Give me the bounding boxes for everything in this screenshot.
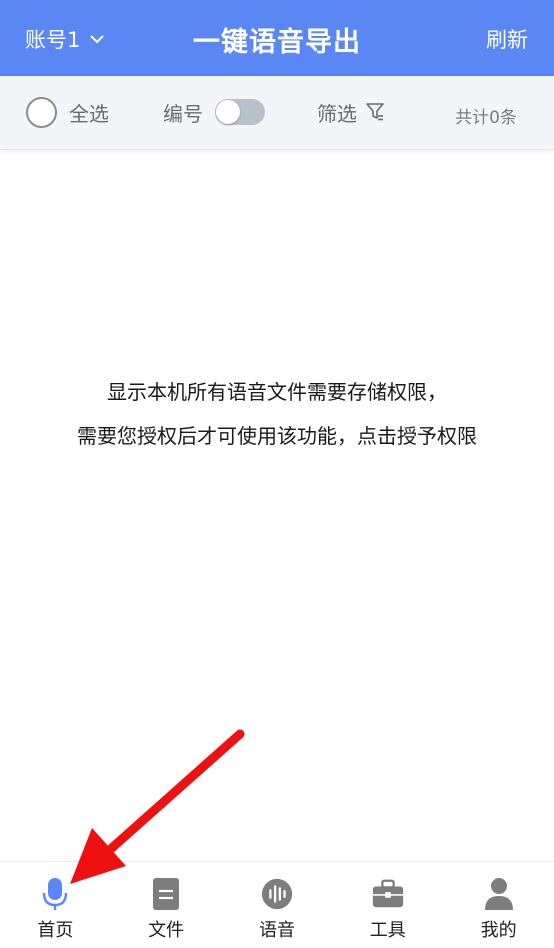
nav-item-home[interactable]: 首页: [0, 862, 111, 948]
numbering-toggle[interactable]: [215, 99, 265, 125]
numbering-control: 编号: [163, 96, 265, 128]
microphone-icon: [38, 876, 72, 912]
item-count: 共计0条: [455, 108, 517, 128]
filter-icon: [366, 103, 384, 121]
nav-label: 工具: [369, 920, 406, 941]
select-all-control[interactable]: 全选: [26, 96, 109, 128]
filter-label: 筛选: [317, 101, 357, 126]
filter-button[interactable]: 筛选: [317, 96, 385, 128]
numbering-label: 编号: [163, 101, 203, 126]
app-header: 账号1 一键语音导出 刷新: [0, 0, 554, 76]
toolbar: 全选 编号 筛选 共计0条: [0, 76, 554, 150]
voice-wave-icon: [260, 876, 294, 912]
toggle-knob: [216, 100, 240, 124]
toolbox-icon: [371, 876, 405, 912]
user-icon: [482, 876, 516, 912]
permission-message-line1[interactable]: 显示本机所有语音文件需要存储权限，: [0, 378, 554, 406]
nav-item-profile[interactable]: 我的: [443, 862, 554, 948]
refresh-button[interactable]: 刷新: [486, 24, 528, 54]
nav-label: 文件: [148, 920, 185, 941]
nav-item-files[interactable]: 文件: [111, 862, 222, 948]
document-icon: [149, 876, 183, 912]
select-all-radio[interactable]: [26, 96, 57, 128]
nav-label: 首页: [37, 920, 74, 941]
bottom-nav: 首页 文件 语音 工具 我的: [0, 861, 554, 948]
nav-label: 我的: [480, 920, 517, 941]
nav-item-tools[interactable]: 工具: [332, 862, 443, 948]
nav-item-voice[interactable]: 语音: [222, 862, 333, 948]
select-all-label: 全选: [69, 101, 109, 126]
nav-label: 语音: [258, 920, 295, 941]
page-title: 一键语音导出: [193, 27, 361, 58]
permission-message-line2[interactable]: 需要您授权后才可使用该功能，点击授予权限: [0, 422, 554, 450]
